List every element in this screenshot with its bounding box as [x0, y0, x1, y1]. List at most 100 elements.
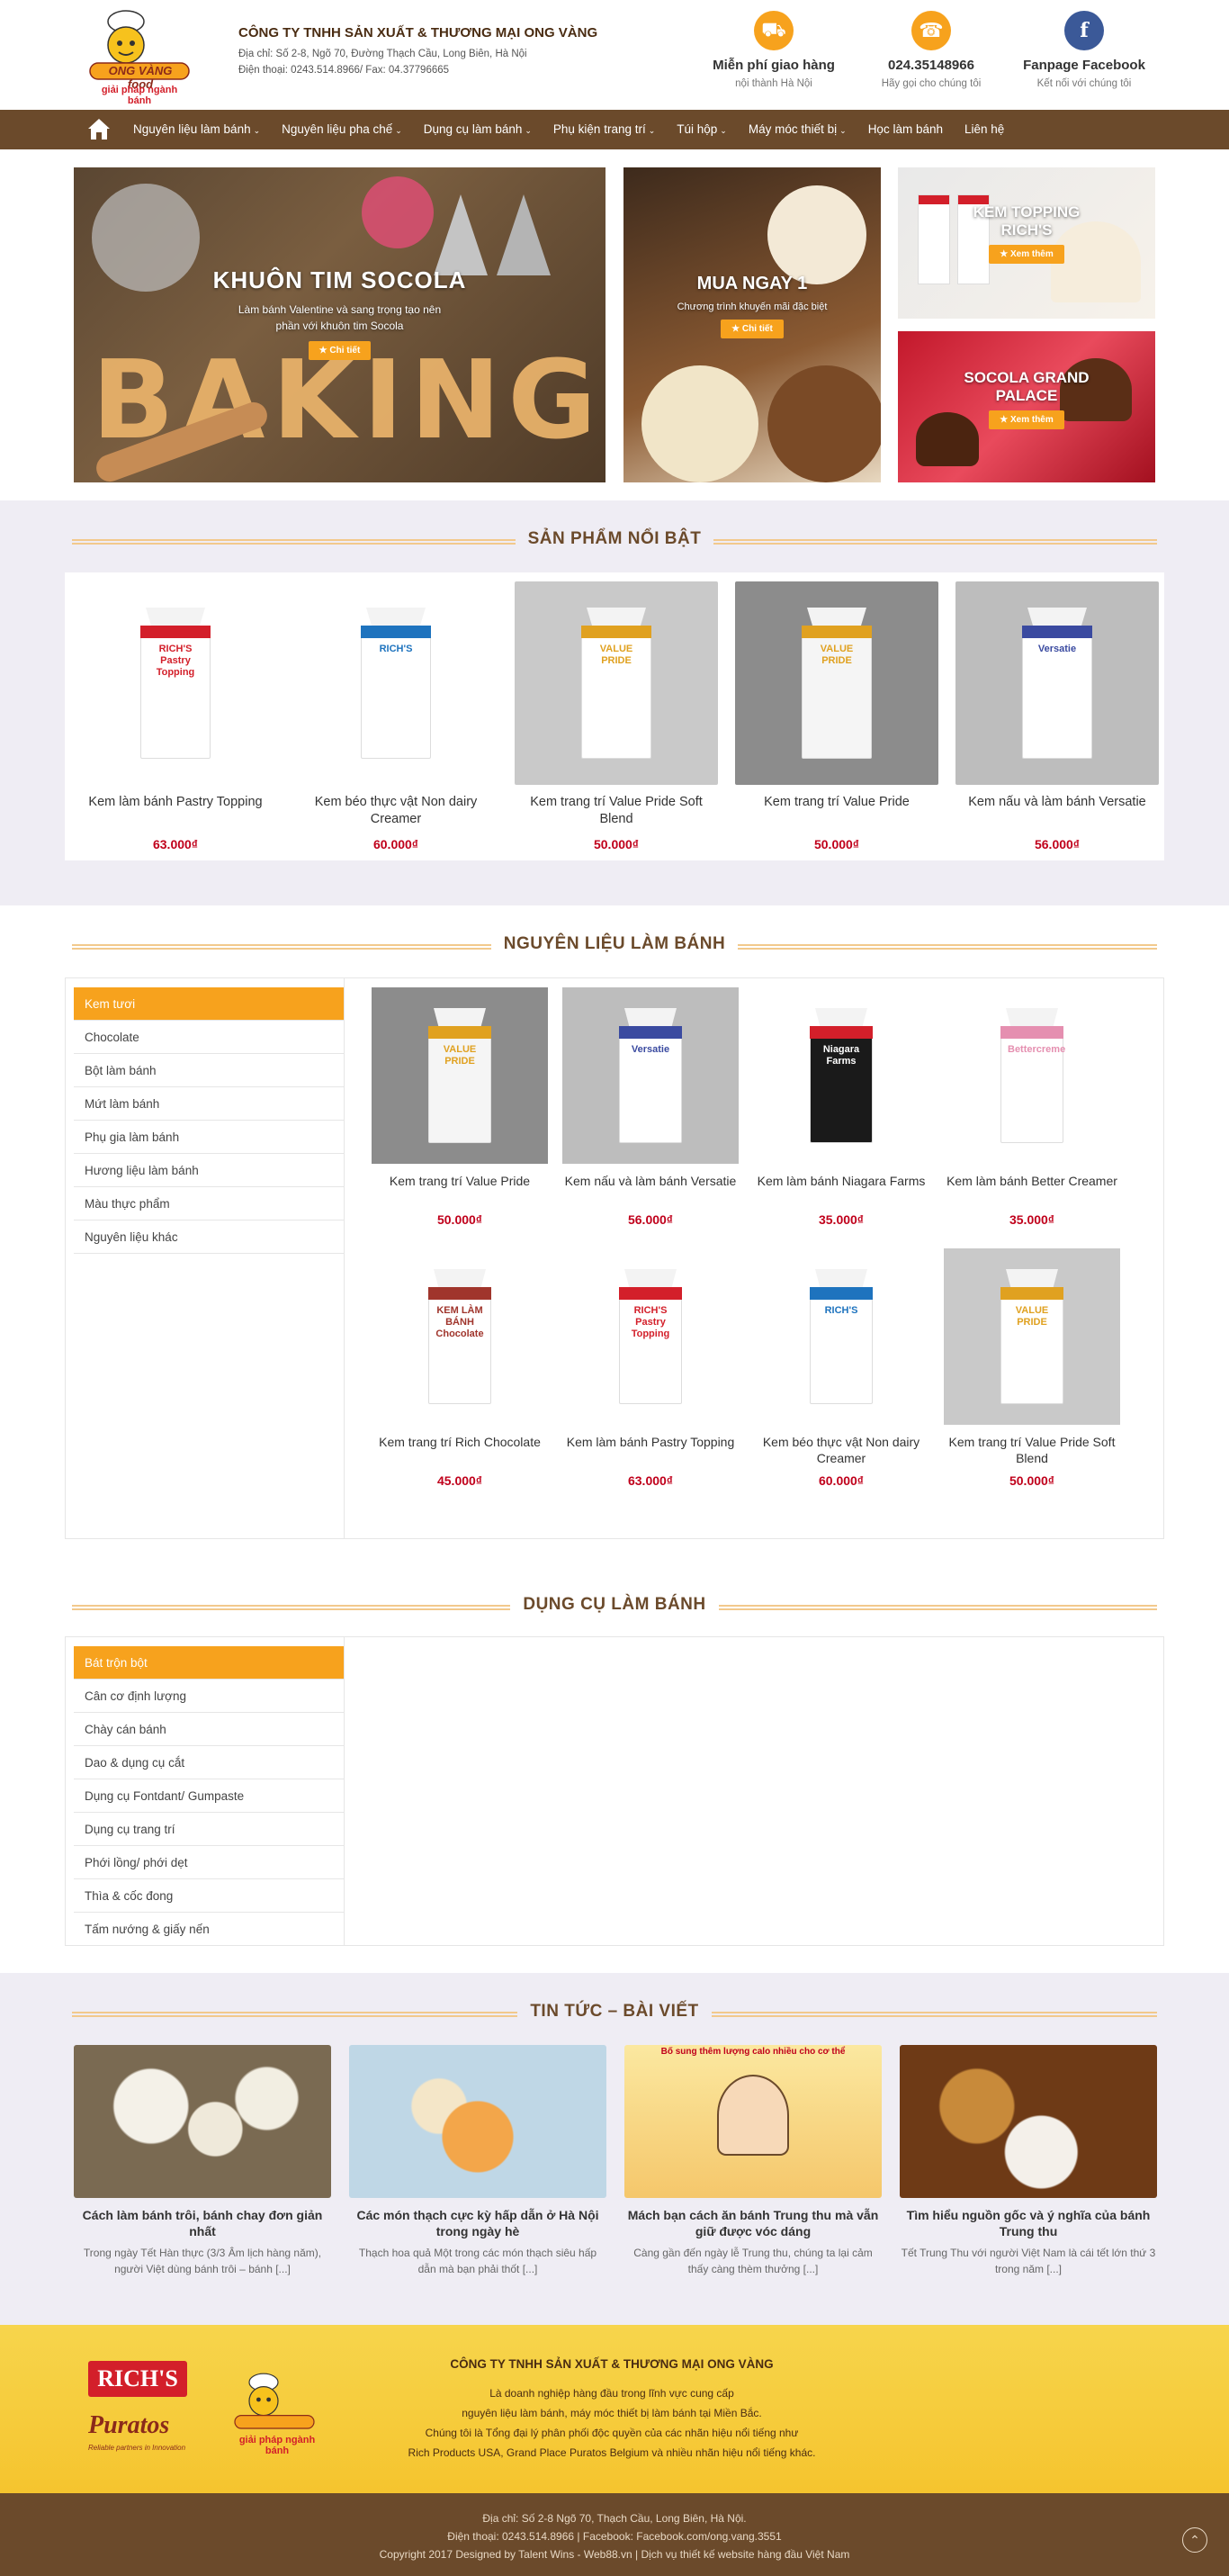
category-item[interactable]: Bột làm bánh — [74, 1054, 344, 1087]
product-name[interactable]: Kem nấu và làm bánh Versatie — [955, 794, 1159, 830]
category-item[interactable]: Dụng cụ trang trí — [74, 1813, 344, 1846]
product-card[interactable]: RICH'S Pastry Topping Kem làm bánh Pastry… — [562, 1248, 739, 1488]
news-card[interactable]: Cách làm bánh trôi, bánh chay đơn giản n… — [74, 2045, 331, 2277]
puratos-logo: Puratos — [88, 2411, 170, 2439]
product-card[interactable]: VALUE PRIDE Kem trang trí Value Pride 50.0… — [735, 581, 938, 851]
category-item[interactable]: Phới lồng/ phới dẹt — [74, 1846, 344, 1879]
product-image[interactable]: Bettercreme — [944, 987, 1120, 1164]
nav-item-dung-cu-lam-banh[interactable]: Dụng cụ làm bánh ⌄ — [424, 110, 532, 150]
product-carton-image: Niagara Farms — [810, 1008, 873, 1143]
news-title[interactable]: Cách làm bánh trôi, bánh chay đơn giản n… — [74, 2207, 331, 2239]
category-item[interactable]: Cân cơ định lượng — [74, 1680, 344, 1713]
category-item[interactable]: Nguyên liệu khác — [74, 1220, 344, 1254]
banner-middle[interactable]: MUA NGAY 1 Chương trình khuyến mãi đặc b… — [623, 167, 881, 482]
product-card[interactable]: VALUE PRIDE Kem trang trí Value Pride Sof… — [515, 581, 718, 851]
product-name[interactable]: Kem trang trí Value Pride — [735, 794, 938, 830]
back-to-top-icon[interactable]: ⌃ — [1182, 2527, 1207, 2553]
footer-contact[interactable]: Điện thoại: 0243.514.8966 | Facebook: Fa… — [0, 2527, 1229, 2545]
chevron-down-icon: ⌄ — [720, 126, 727, 135]
product-name[interactable]: Kem trang trí Value Pride Soft Blend — [515, 794, 718, 830]
category-item[interactable]: Kem tươi — [74, 987, 344, 1021]
facebook-info[interactable]: f Fanpage Facebook Kết nối với chúng tôi — [1008, 11, 1161, 89]
news-image[interactable]: Bố sung thêm lượng calo nhiều cho cơ thể — [624, 2045, 882, 2198]
news-title[interactable]: Các món thạch cực kỳ hấp dẫn ở Hà Nội tr… — [349, 2207, 606, 2239]
product-card[interactable]: Versatie Kem nấu và làm bánh Versatie 56.0… — [955, 581, 1159, 851]
see-more-button[interactable]: ★ Xem thêm — [989, 245, 1064, 264]
product-card[interactable]: KEM LÀM BÁNH Chocolate Kem trang trí Rich… — [372, 1248, 548, 1488]
product-card[interactable]: RICH'S Kem béo thực vật Non dairy Creamer… — [753, 1248, 929, 1488]
nav-item-nguyen-lieu-lam-banh[interactable]: Nguyên liệu làm bánh ⌄ — [133, 110, 260, 150]
news-title[interactable]: Tìm hiểu nguồn gốc và ý nghĩa của bánh T… — [900, 2207, 1157, 2239]
nav-item-lien-he[interactable]: Liên hệ — [964, 110, 1004, 150]
product-card[interactable]: RICH'S Kem béo thực vật Non dairy Creamer… — [294, 581, 498, 851]
product-image[interactable]: RICH'S Pastry Topping — [74, 581, 277, 785]
product-image[interactable]: VALUE PRIDE — [735, 581, 938, 785]
category-item[interactable]: Tấm nướng & giấy nến — [74, 1913, 344, 1946]
product-name[interactable]: Kem béo thực vật Non dairy Creamer — [294, 794, 498, 830]
banner-bottom-right[interactable]: SOCOLA GRAND PALACE ★ Xem thêm — [898, 331, 1155, 482]
category-item[interactable]: Chày cán bánh — [74, 1713, 344, 1746]
site-logo[interactable]: ONG VÀNG food giải pháp ngành bánh — [72, 7, 207, 106]
product-card[interactable]: RICH'S Pastry Topping Kem làm bánh Pastry… — [74, 581, 277, 851]
main-nav: Nguyên liệu làm bánh ⌄ Nguyên liệu pha ch… — [0, 110, 1229, 149]
product-image[interactable]: VALUE PRIDE — [944, 1248, 1120, 1425]
product-name[interactable]: Kem trang trí Value Pride Soft Blend — [944, 1434, 1120, 1466]
product-name[interactable]: Kem làm bánh Pastry Topping — [74, 794, 277, 830]
product-card[interactable]: VALUE PRIDE Kem trang trí Value Pride Sof… — [944, 1248, 1120, 1488]
product-card[interactable]: Bettercreme Kem làm bánh Better Creamer 35… — [944, 987, 1120, 1227]
news-image[interactable] — [349, 2045, 606, 2198]
news-card[interactable]: Tìm hiểu nguồn gốc và ý nghĩa của bánh T… — [900, 2045, 1157, 2277]
category-item[interactable]: Bát trộn bột — [74, 1646, 344, 1680]
product-image[interactable]: Versatie — [562, 987, 739, 1164]
product-image[interactable]: RICH'S — [294, 581, 498, 785]
see-more-button[interactable]: ★ Xem thêm — [989, 410, 1064, 429]
product-name[interactable]: Kem nấu và làm bánh Versatie — [562, 1173, 739, 1205]
nav-item-phu-kien-trang-tri[interactable]: Phụ kiện trang trí ⌄ — [553, 110, 655, 150]
news-card[interactable]: Bố sung thêm lượng calo nhiều cho cơ thể… — [624, 2045, 882, 2277]
product-image[interactable]: KEM LÀM BÁNH Chocolate — [372, 1248, 548, 1425]
nav-item-tui-hop[interactable]: Túi hộp ⌄ — [677, 110, 727, 150]
news-card[interactable]: Các món thạch cực kỳ hấp dẫn ở Hà Nội tr… — [349, 2045, 606, 2277]
category-item[interactable]: Chocolate — [74, 1021, 344, 1054]
product-carton-image: RICH'S — [361, 608, 431, 759]
product-name[interactable]: Kem trang trí Value Pride — [372, 1173, 548, 1205]
product-image[interactable]: RICH'S — [753, 1248, 929, 1425]
home-icon[interactable] — [85, 115, 112, 142]
banner-top-right[interactable]: KEM TOPPING RICH'S ★ Xem thêm — [898, 167, 1155, 319]
product-name[interactable]: Kem làm bánh Niagara Farms — [753, 1173, 929, 1205]
free-shipping-info[interactable]: ⛟ Miễn phí giao hàng nội thành Hà Nội — [697, 11, 850, 89]
product-image[interactable]: VALUE PRIDE — [515, 581, 718, 785]
category-item[interactable]: Thìa & cốc đong — [74, 1879, 344, 1913]
footer-about: CÔNG TY TNHH SẢN XUẤT & THƯƠNG MẠI ONG V… — [360, 2357, 864, 2463]
news-image[interactable] — [900, 2045, 1157, 2198]
nav-item-nguyen-lieu-pha-che[interactable]: Nguyên liệu pha chế ⌄ — [282, 110, 402, 150]
category-item[interactable]: Màu thực phẩm — [74, 1187, 344, 1220]
product-name[interactable]: Kem béo thực vật Non dairy Creamer — [753, 1434, 929, 1466]
product-card[interactable]: Niagara Farms Kem làm bánh Niagara Farms 3… — [753, 987, 929, 1227]
detail-button[interactable]: ★ Chi tiết — [308, 341, 372, 360]
product-image[interactable]: Versatie — [955, 581, 1159, 785]
category-item[interactable]: Dụng cụ Fontdant/ Gumpaste — [74, 1779, 344, 1813]
category-item[interactable]: Hương liệu làm bánh — [74, 1154, 344, 1187]
product-name[interactable]: Kem làm bánh Pastry Topping — [562, 1434, 739, 1466]
product-name[interactable]: Kem làm bánh Better Creamer — [944, 1173, 1120, 1205]
product-price: 35.000₫ — [818, 1212, 864, 1227]
product-card[interactable]: Versatie Kem nấu và làm bánh Versatie 56.0… — [562, 987, 739, 1227]
product-image[interactable]: Niagara Farms — [753, 987, 929, 1164]
hotline-info[interactable]: ☎ 024.35148966 Hãy gọi cho chúng tôi — [855, 11, 1008, 89]
category-item[interactable]: Phụ gia làm bánh — [74, 1121, 344, 1154]
news-title[interactable]: Mách bạn cách ăn bánh Trung thu mà vẫn g… — [624, 2207, 882, 2239]
product-card[interactable]: VALUE PRIDE Kem trang trí Value Pride 50.0… — [372, 987, 548, 1227]
product-image[interactable]: RICH'S Pastry Topping — [562, 1248, 739, 1425]
category-item[interactable]: Dao & dụng cụ cắt — [74, 1746, 344, 1779]
news-image[interactable] — [74, 2045, 331, 2198]
banner-main[interactable]: BAKING KHUÔN TIM SOCOLA Làm bánh Valenti… — [74, 167, 606, 482]
divider — [344, 977, 345, 1539]
product-image[interactable]: VALUE PRIDE — [372, 987, 548, 1164]
product-name[interactable]: Kem trang trí Rich Chocolate — [372, 1434, 548, 1466]
nav-item-may-moc-thiet-bi[interactable]: Máy móc thiết bị ⌄ — [749, 110, 847, 150]
nav-item-hoc-lam-banh[interactable]: Học làm bánh — [868, 110, 943, 150]
detail-button[interactable]: ★ Chi tiết — [721, 320, 784, 338]
category-item[interactable]: Mứt làm bánh — [74, 1087, 344, 1121]
footer-bottom: Địa chỉ: Số 2-8 Ngõ 70, Thạch Cầu, Long … — [0, 2493, 1229, 2576]
